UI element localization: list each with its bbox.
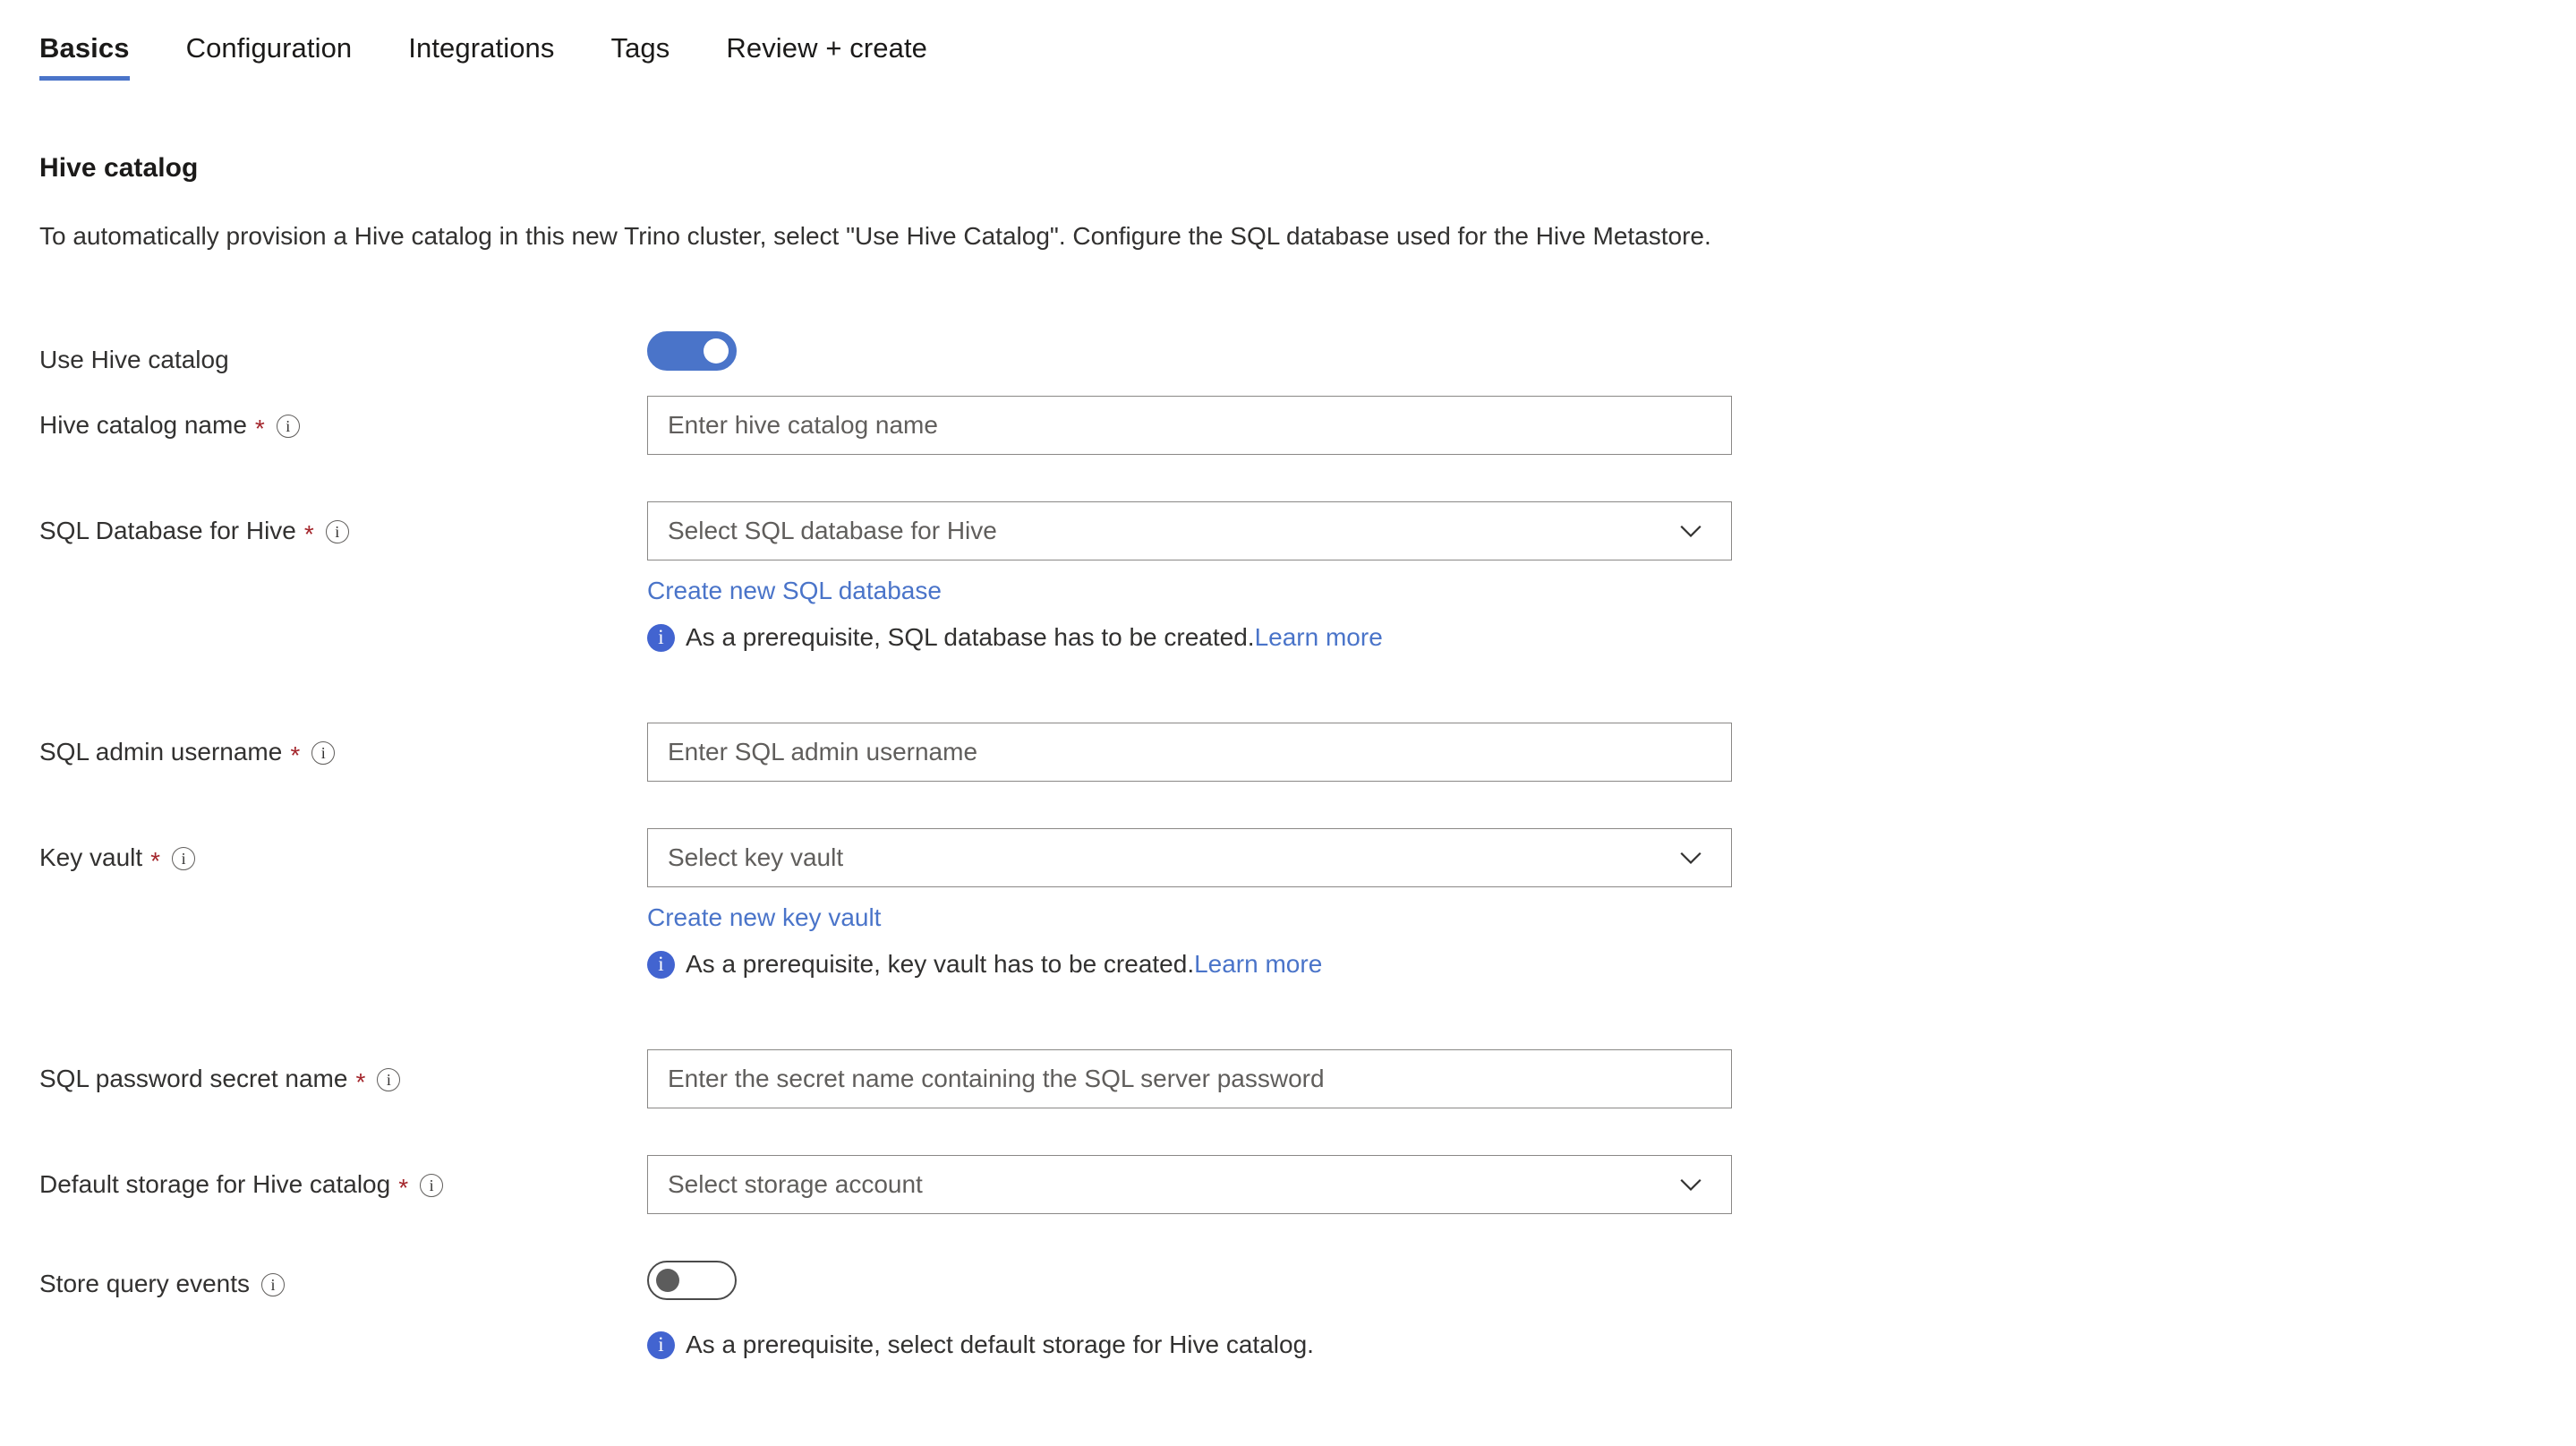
info-circle-icon[interactable]: i xyxy=(420,1174,444,1197)
label-sql-admin-username-text: SQL admin username xyxy=(39,738,283,766)
store-query-events-toggle[interactable] xyxy=(647,1261,737,1300)
label-key-vault: Key vault * i xyxy=(0,828,647,887)
chevron-down-icon xyxy=(1676,1169,1706,1200)
row-sql-admin-username: SQL admin username * i Enter SQL admin u… xyxy=(0,723,2576,828)
toggle-knob xyxy=(704,338,729,364)
tab-tags[interactable]: Tags xyxy=(610,32,670,81)
info-circle-icon[interactable]: i xyxy=(276,415,300,438)
row-use-hive-catalog: Use Hive catalog xyxy=(0,331,2576,396)
row-key-vault: Key vault * i Select key vault Create ne… xyxy=(0,828,2576,1049)
row-default-storage-for-hive-catalog: Default storage for Hive catalog * i Sel… xyxy=(0,1155,2576,1261)
required-asterisk: * xyxy=(398,1174,409,1202)
sql-database-learn-more-link[interactable]: Learn more xyxy=(1255,622,1383,653)
info-circle-icon[interactable]: i xyxy=(172,847,196,870)
default-storage-dropdown[interactable]: Select storage account xyxy=(647,1155,1732,1214)
toggle-knob xyxy=(656,1269,679,1292)
sql-admin-username-placeholder: Enter SQL admin username xyxy=(668,738,978,766)
info-circle-icon[interactable]: i xyxy=(325,520,349,543)
label-default-storage-for-hive-catalog-text: Default storage for Hive catalog xyxy=(39,1170,391,1198)
control-sql-password-secret-name: Enter the secret name containing the SQL… xyxy=(647,1049,2576,1108)
info-circle-icon[interactable]: i xyxy=(377,1068,401,1091)
create-new-key-vault-link[interactable]: Create new key vault xyxy=(647,903,881,933)
label-default-storage-for-hive-catalog: Default storage for Hive catalog * i xyxy=(0,1155,647,1214)
key-vault-prerequisite-text: As a prerequisite, key vault has to be c… xyxy=(686,950,1195,978)
control-use-hive-catalog xyxy=(647,331,2576,375)
store-query-events-prerequisite-text: As a prerequisite, select default storag… xyxy=(686,1330,1314,1358)
key-vault-prerequisite-message: i As a prerequisite, key vault has to be… xyxy=(647,949,2576,980)
sql-database-prerequisite-text: As a prerequisite, SQL database has to b… xyxy=(686,623,1255,651)
row-store-query-events: Store query events i i As a prerequisite… xyxy=(0,1261,2576,1395)
store-query-events-prerequisite-message: i As a prerequisite, select default stor… xyxy=(647,1330,2576,1360)
label-store-query-events-text: Store query events xyxy=(39,1270,251,1297)
tab-review-create[interactable]: Review + create xyxy=(726,32,927,81)
sql-admin-username-input[interactable]: Enter SQL admin username xyxy=(647,723,1732,782)
tab-configuration[interactable]: Configuration xyxy=(186,32,353,81)
label-hive-catalog-name: Hive catalog name * i xyxy=(0,396,647,455)
sql-database-prerequisite-message: i As a prerequisite, SQL database has to… xyxy=(647,622,2576,653)
label-sql-database-for-hive: SQL Database for Hive * i xyxy=(0,501,647,560)
label-key-vault-text: Key vault xyxy=(39,843,143,871)
tab-basics-label: Basics xyxy=(39,32,130,64)
tab-review-create-label: Review + create xyxy=(726,32,928,64)
section-description: To automatically provision a Hive catalo… xyxy=(39,222,1711,250)
sql-database-for-hive-placeholder: Select SQL database for Hive xyxy=(668,517,997,544)
label-use-hive-catalog: Use Hive catalog xyxy=(0,331,647,389)
hive-catalog-name-input[interactable]: Enter hive catalog name xyxy=(647,396,1732,455)
tab-basics[interactable]: Basics xyxy=(39,32,130,81)
tab-tags-label: Tags xyxy=(610,32,670,64)
control-hive-catalog-name: Enter hive catalog name xyxy=(647,396,2576,455)
label-use-hive-catalog-text: Use Hive catalog xyxy=(39,346,229,373)
tab-integrations-label: Integrations xyxy=(408,32,555,64)
control-default-storage-for-hive-catalog: Select storage account xyxy=(647,1155,2576,1214)
chevron-down-icon xyxy=(1676,843,1706,873)
control-store-query-events: i As a prerequisite, select default stor… xyxy=(647,1261,2576,1360)
sql-database-for-hive-dropdown[interactable]: Select SQL database for Hive xyxy=(647,501,1732,560)
label-sql-password-secret-name-text: SQL password secret name xyxy=(39,1065,348,1092)
required-asterisk: * xyxy=(290,741,301,769)
info-circle-icon[interactable]: i xyxy=(261,1273,286,1296)
info-circle-icon[interactable]: i xyxy=(311,741,336,765)
tab-integrations[interactable]: Integrations xyxy=(408,32,554,81)
use-hive-catalog-toggle[interactable] xyxy=(647,331,737,371)
row-sql-password-secret-name: SQL password secret name * i Enter the s… xyxy=(0,1049,2576,1155)
control-sql-admin-username: Enter SQL admin username xyxy=(647,723,2576,782)
control-key-vault: Select key vault Create new key vault i … xyxy=(647,828,2576,980)
required-asterisk: * xyxy=(254,415,265,442)
create-new-sql-database-link[interactable]: Create new SQL database xyxy=(647,576,942,606)
sql-password-secret-name-input[interactable]: Enter the secret name containing the SQL… xyxy=(647,1049,1732,1108)
row-hive-catalog-name: Hive catalog name * i Enter hive catalog… xyxy=(0,396,2576,501)
required-asterisk: * xyxy=(355,1068,366,1096)
label-sql-password-secret-name: SQL password secret name * i xyxy=(0,1049,647,1108)
label-sql-database-for-hive-text: SQL Database for Hive xyxy=(39,517,296,544)
hive-catalog-form: Use Hive catalog Hive catalog name * i E… xyxy=(0,331,2576,1395)
key-vault-learn-more-link[interactable]: Learn more xyxy=(1194,949,1322,980)
default-storage-placeholder: Select storage account xyxy=(668,1170,923,1198)
required-asterisk: * xyxy=(150,847,161,875)
info-filled-icon: i xyxy=(647,623,675,652)
hive-catalog-name-placeholder: Enter hive catalog name xyxy=(668,411,938,439)
sql-password-secret-name-placeholder: Enter the secret name containing the SQL… xyxy=(668,1065,1325,1092)
key-vault-placeholder: Select key vault xyxy=(668,843,844,871)
row-sql-database-for-hive: SQL Database for Hive * i Select SQL dat… xyxy=(0,501,2576,723)
label-sql-admin-username: SQL admin username * i xyxy=(0,723,647,782)
info-filled-icon: i xyxy=(647,950,675,979)
label-hive-catalog-name-text: Hive catalog name xyxy=(39,411,247,439)
wizard-tab-strip: Basics Configuration Integrations Tags R… xyxy=(39,32,984,88)
section-title: Hive catalog xyxy=(39,153,199,183)
info-filled-icon: i xyxy=(647,1330,675,1359)
tab-configuration-label: Configuration xyxy=(185,32,353,64)
control-sql-database-for-hive: Select SQL database for Hive Create new … xyxy=(647,501,2576,653)
required-asterisk: * xyxy=(303,520,314,548)
label-store-query-events: Store query events i xyxy=(0,1261,647,1307)
chevron-down-icon xyxy=(1676,516,1706,546)
key-vault-dropdown[interactable]: Select key vault xyxy=(647,828,1732,887)
